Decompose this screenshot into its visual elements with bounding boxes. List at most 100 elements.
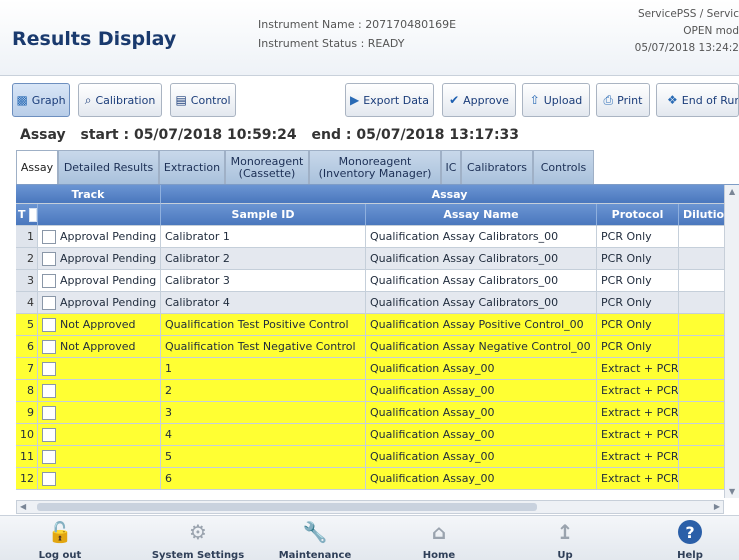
cell-assay-name: Qualification Assay Calibrators_00 <box>366 226 597 248</box>
scroll-down-icon[interactable]: ▼ <box>729 487 735 496</box>
row-checkbox[interactable] <box>42 405 56 420</box>
home-label: Home <box>422 550 456 560</box>
tab-ic[interactable]: IC <box>441 150 461 184</box>
table-row[interactable]: 2 Approval Pending Calibrator 2 Qualificati… <box>16 248 739 270</box>
cell-sample-id: Calibrator 3 <box>161 270 366 292</box>
cell-sample-id: Calibrator 1 <box>161 226 366 248</box>
cell-track-status: Approval Pending <box>38 226 161 248</box>
row-checkbox[interactable] <box>42 383 56 398</box>
instrument-name-label: Instrument Name : <box>258 18 362 31</box>
row-index-text: 2 <box>27 252 34 265</box>
bottom-navigation: 🔓 Log out ⚙ System Settings 🔧 Maintenanc… <box>0 515 739 560</box>
table-row[interactable]: 11 5 Qualification Assay_00 Extract + PCR <box>16 446 739 468</box>
tab-extraction[interactable]: Extraction <box>159 150 225 184</box>
system-settings-button[interactable]: ⚙ System Settings <box>138 518 258 560</box>
scroll-left-icon[interactable]: ◀ <box>20 502 26 511</box>
table-row[interactable]: 4 Approval Pending Calibrator 4 Qualificati… <box>16 292 739 314</box>
scroll-right-icon[interactable]: ▶ <box>714 502 720 511</box>
horizontal-scroll-thumb[interactable] <box>37 503 537 511</box>
export-data-button[interactable]: ▶ Export Data <box>345 83 434 117</box>
calibration-icon: ⌕ <box>84 93 92 107</box>
row-checkbox[interactable] <box>42 361 56 376</box>
cell-assay-name-text: Qualification Assay_00 <box>370 406 495 419</box>
row-checkbox[interactable] <box>42 295 56 310</box>
row-index: 7 <box>16 358 38 380</box>
calibration-button[interactable]: ⌕ Calibration <box>78 83 162 117</box>
cell-assay-name-text: Qualification Assay Positive Control_00 <box>370 318 584 331</box>
scroll-up-icon[interactable]: ▲ <box>729 187 735 196</box>
calibration-button-label: Calibration <box>95 93 156 107</box>
row-checkbox[interactable] <box>42 317 56 332</box>
up-button[interactable]: ↥ Up <box>530 518 600 560</box>
table-row[interactable]: 3 Approval Pending Calibrator 3 Qualificati… <box>16 270 739 292</box>
row-index: 3 <box>16 270 38 292</box>
home-button[interactable]: ⌂ Home <box>404 518 474 560</box>
table-group-header: Track Assay <box>16 185 739 204</box>
col-protocol-header[interactable]: Protocol <box>597 204 679 226</box>
table-row[interactable]: 12 6 Qualification Assay_00 Extract + PCR <box>16 468 739 490</box>
table-row[interactable]: 6 Not Approved Qualification Test Negative… <box>16 336 739 358</box>
col-track-status-header <box>38 204 161 226</box>
row-checkbox[interactable] <box>42 471 56 486</box>
cell-track-status <box>38 380 161 402</box>
tab-monoreagent-cassette[interactable]: Monoreagent (Cassette) <box>225 150 309 184</box>
current-datetime: 05/07/2018 13:24:2 <box>634 42 739 54</box>
row-index: 11 <box>16 446 38 468</box>
row-checkbox[interactable] <box>42 427 56 442</box>
cell-assay-name: Qualification Assay Positive Control_00 <box>366 314 597 336</box>
cell-assay-name: Qualification Assay_00 <box>366 358 597 380</box>
row-checkbox[interactable] <box>42 251 56 266</box>
instrument-name: 207170480169E <box>365 18 457 31</box>
cell-assay-name-text: Qualification Assay_00 <box>370 362 495 375</box>
cell-assay-name: Qualification Assay_00 <box>366 402 597 424</box>
end-time: 05/07/2018 13:17:33 <box>356 127 520 143</box>
control-button[interactable]: ▤ Control <box>170 83 236 117</box>
tab-controls[interactable]: Controls <box>533 150 594 184</box>
assay-label: Assay <box>20 127 66 143</box>
horizontal-scrollbar[interactable]: ◀ ▶ <box>16 500 724 514</box>
row-checkbox[interactable] <box>42 273 56 288</box>
upload-button-label: Upload <box>543 93 583 107</box>
cell-assay-name: Qualification Assay Calibrators_00 <box>366 292 597 314</box>
cell-sample-id: 3 <box>161 402 366 424</box>
row-index-text: 4 <box>27 296 34 309</box>
table-row[interactable]: 5 Not Approved Qualification Test Positive… <box>16 314 739 336</box>
maintenance-button[interactable]: 🔧 Maintenance <box>265 518 365 560</box>
tab-monoreagent-inventory[interactable]: Monoreagent (Inventory Manager) <box>309 150 441 184</box>
logout-button[interactable]: 🔓 Log out <box>20 518 100 560</box>
table-row[interactable]: 9 3 Qualification Assay_00 Extract + PCR <box>16 402 739 424</box>
unlock-icon: 🔓 <box>47 520 73 544</box>
vertical-scrollbar[interactable]: ▲ ▼ <box>724 185 739 498</box>
print-button[interactable]: ⎙ Print <box>596 83 650 117</box>
table-row[interactable]: 10 4 Qualification Assay_00 Extract + PCR <box>16 424 739 446</box>
end-of-run-button[interactable]: ❖ End of Run <box>656 83 739 117</box>
cell-sample-id-text: Qualification Test Positive Control <box>165 318 349 331</box>
table-row[interactable]: 8 2 Qualification Assay_00 Extract + PCR <box>16 380 739 402</box>
cell-assay-name-text: Qualification Assay Calibrators_00 <box>370 296 559 309</box>
upload-button[interactable]: ⇧ Upload <box>522 83 590 117</box>
row-index-text: 6 <box>27 340 34 353</box>
row-index-text: 9 <box>27 406 34 419</box>
system-settings-label: System Settings <box>151 550 245 560</box>
tab-detailed-results[interactable]: Detailed Results <box>58 150 159 184</box>
approve-button[interactable]: ✔ Approve <box>442 83 516 117</box>
cell-protocol: Extract + PCR <box>597 424 679 446</box>
row-index: 6 <box>16 336 38 358</box>
col-assay-name-header[interactable]: Assay Name <box>366 204 597 226</box>
row-index-text: 12 <box>20 472 34 485</box>
col-sample-id-header[interactable]: Sample ID <box>161 204 366 226</box>
tab-calibrators[interactable]: Calibrators <box>461 150 533 184</box>
upload-icon: ⇧ <box>529 93 540 107</box>
instrument-info: Instrument Name : 207170480169E Instrume… <box>258 15 456 53</box>
graph-button[interactable]: ▩ Graph <box>12 83 70 117</box>
row-checkbox[interactable] <box>42 339 56 354</box>
row-checkbox[interactable] <box>42 449 56 464</box>
cell-assay-name-text: Qualification Assay_00 <box>370 472 495 485</box>
table-row[interactable]: 7 1 Qualification Assay_00 Extract + PCR <box>16 358 739 380</box>
cell-assay-name: Qualification Assay Calibrators_00 <box>366 270 597 292</box>
row-checkbox[interactable] <box>42 229 56 244</box>
select-all-checkbox[interactable] <box>28 207 37 222</box>
help-button[interactable]: ? Help <box>655 518 725 560</box>
table-row[interactable]: 1 Approval Pending Calibrator 1 Qualificati… <box>16 226 739 248</box>
tab-assay[interactable]: Assay <box>16 150 58 184</box>
